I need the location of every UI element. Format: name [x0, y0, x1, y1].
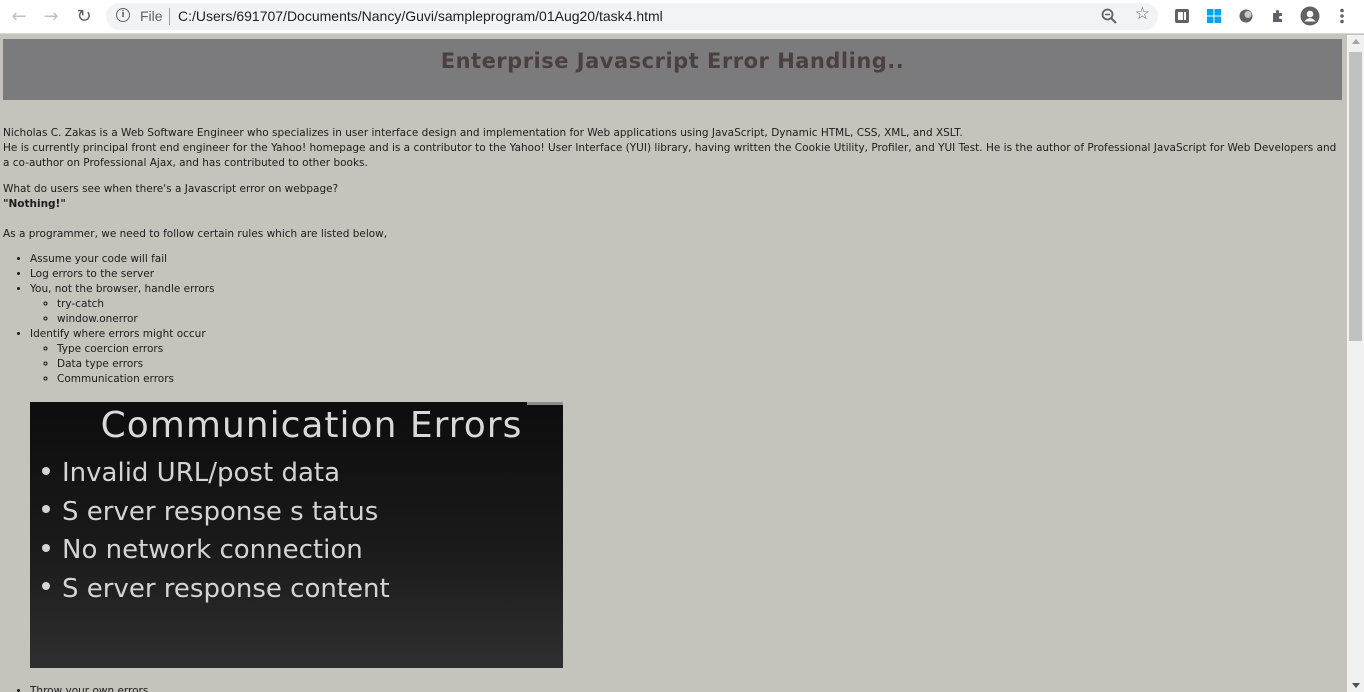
puzzle-extensions-icon[interactable] [1269, 7, 1287, 25]
sub-list: Type coercion errors Data type errors Co… [30, 342, 215, 387]
bullet-dot-icon [42, 505, 50, 513]
scroll-thumb[interactable] [1349, 52, 1362, 341]
url-text[interactable]: C:/Users/691707/Documents/Nancy/Guvi/sam… [178, 8, 663, 24]
slide-bullet: S erver response s tatus [42, 493, 390, 532]
list-item: Identify where errors might occur Type c… [30, 327, 215, 387]
windows-extension-icon[interactable] [1205, 7, 1223, 25]
list-item: Throw your own errors [30, 684, 148, 692]
sub-list-item: Communication errors [57, 372, 215, 387]
circle-extension-icon[interactable] [1237, 7, 1255, 25]
page-content: Enterprise Javascript Error Handling.. N… [0, 35, 1347, 692]
sub-list-item: window.onerror [57, 312, 215, 327]
sub-list: try-catch window.onerror [30, 297, 215, 327]
file-scheme-label: File [140, 8, 163, 24]
sub-list-item: try-catch [57, 297, 215, 312]
bullet-dot-icon [42, 466, 50, 475]
menu-kebab-icon[interactable] [1333, 7, 1351, 25]
rules-list: Assume your code will fail Log errors to… [0, 252, 215, 387]
page-scrollbar[interactable] [1347, 35, 1364, 692]
rules-list-continued: Throw your own errors [0, 684, 148, 692]
address-bar[interactable]: i File C:/Users/691707/Documents/Nancy/G… [106, 3, 1158, 30]
list-item: You, not the browser, handle errors try-… [30, 282, 215, 327]
communication-errors-slide-image: Communication Errors Invalid URL/post da… [30, 402, 563, 668]
rules-intro: As a programmer, we need to follow certa… [3, 228, 388, 240]
slide-bullet-text: S erver response s tatus [62, 496, 379, 527]
answer-text: "Nothing!" [3, 198, 66, 210]
sub-list-item: Type coercion errors [57, 342, 215, 357]
slide-bullet-text: No network connection [62, 535, 363, 565]
list-item-label: Identify where errors might occur [30, 328, 206, 340]
bio-line-2: He is currently principal front end engi… [3, 142, 1337, 169]
profile-avatar-icon[interactable] [1300, 6, 1320, 26]
slide-title: Communication Errors [100, 405, 523, 446]
sub-list-item: Data type errors [57, 357, 215, 372]
browser-toolbar: ← → ↻ i File C:/Users/691707/Documents/N… [0, 0, 1364, 34]
bookmark-star-icon[interactable]: ☆ [1135, 6, 1150, 23]
slide-bullet-list: Invalid URL/post data S erver response s… [42, 454, 390, 608]
bullet-dot-icon [42, 543, 50, 552]
scroll-down-arrow-icon[interactable] [1352, 683, 1360, 688]
list-item: Log errors to the server [30, 267, 215, 282]
page-title: Enterprise Javascript Error Handling.. [440, 49, 905, 73]
slide-bullet: Invalid URL/post data [42, 454, 390, 493]
info-icon[interactable]: i [116, 8, 130, 22]
heading-banner: Enterprise Javascript Error Handling.. [3, 39, 1342, 100]
address-divider [169, 8, 170, 25]
back-arrow-icon[interactable]: ← [7, 5, 31, 29]
list-item: Assume your code will fail [30, 252, 215, 267]
slide-bullet: S erver response content [42, 570, 390, 609]
reload-icon[interactable]: ↻ [72, 5, 96, 29]
slide-bullet-text: S erver response content [62, 573, 390, 604]
zoom-icon[interactable] [1100, 7, 1118, 25]
slide-bullet: No network connection [42, 531, 390, 570]
slide-bullet-text: Invalid URL/post data [62, 458, 341, 488]
list-item-label: You, not the browser, handle errors [30, 283, 215, 295]
bio-line-1: Nicholas C. Zakas is a Web Software Engi… [3, 127, 963, 139]
bullet-dot-icon [42, 582, 50, 590]
reader-extension-icon[interactable] [1173, 7, 1191, 25]
author-bio: Nicholas C. Zakas is a Web Software Engi… [3, 126, 1338, 171]
question-text: What do users see when there's a Javascr… [3, 183, 339, 195]
scroll-up-arrow-icon[interactable] [1352, 39, 1360, 44]
forward-arrow-icon[interactable]: → [39, 5, 63, 29]
